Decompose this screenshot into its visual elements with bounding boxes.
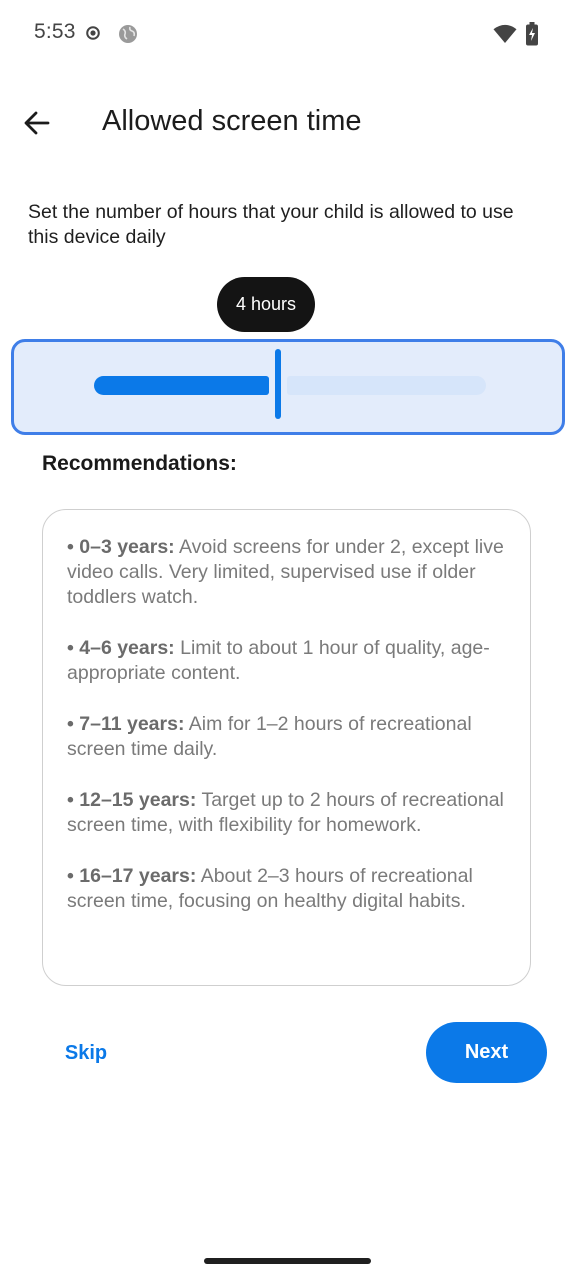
recommendation-item: • 0–3 years: Avoid screens for under 2, …: [67, 535, 508, 610]
recommendation-item: • 4–6 years: Limit to about 1 hour of qu…: [67, 636, 508, 686]
recommendation-item: • 7–11 years: Aim for 1–2 hours of recre…: [67, 712, 508, 762]
bullet: •: [67, 865, 74, 887]
bullet: •: [67, 789, 74, 811]
age-range: 4–6 years:: [79, 637, 175, 659]
slider-track-active: [94, 376, 270, 395]
age-range: 12–15 years:: [79, 789, 197, 811]
globe-icon: [119, 25, 137, 43]
screen-time-slider[interactable]: [11, 339, 565, 435]
wifi-icon: [493, 24, 517, 43]
slider-value-tooltip: 4 hours: [217, 277, 315, 332]
home-indicator[interactable]: [204, 1258, 371, 1264]
status-bar: 5:53: [0, 0, 575, 70]
recommendation-item: • 12–15 years: Target up to 2 hours of r…: [67, 788, 508, 838]
back-button[interactable]: [14, 100, 60, 146]
next-button[interactable]: Next: [426, 1022, 547, 1083]
page-title: Allowed screen time: [102, 105, 362, 137]
battery-charging-icon: [526, 22, 538, 46]
bullet: •: [67, 536, 74, 558]
age-range: 7–11 years:: [79, 713, 185, 735]
recommendations-card: • 0–3 years: Avoid screens for under 2, …: [42, 509, 531, 986]
slider-track-inactive: [287, 376, 486, 395]
status-time: 5:53: [34, 20, 76, 43]
bullet: •: [67, 637, 74, 659]
record-icon: [86, 26, 100, 40]
recommendations-heading: Recommendations:: [42, 452, 237, 475]
recommendation-item: • 16–17 years: About 2–3 hours of recrea…: [67, 864, 508, 914]
description-text: Set the number of hours that your child …: [28, 201, 514, 248]
age-range: 16–17 years:: [79, 865, 197, 887]
arrow-back-icon: [24, 111, 50, 135]
skip-button[interactable]: Skip: [42, 1024, 130, 1082]
age-range: 0–3 years:: [79, 536, 175, 558]
slider-thumb[interactable]: [275, 349, 282, 419]
bullet: •: [67, 713, 74, 735]
